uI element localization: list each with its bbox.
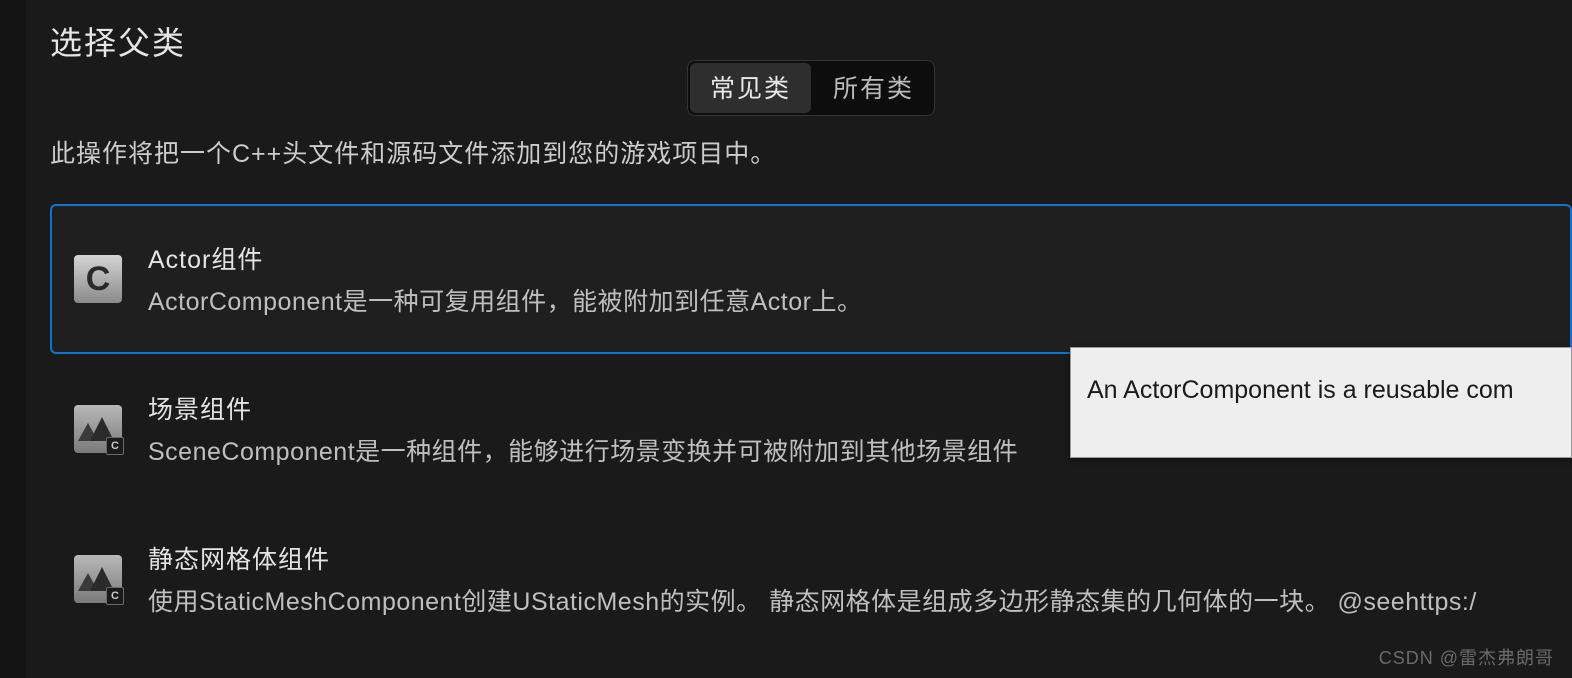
class-name-label: Actor组件 bbox=[148, 240, 1548, 276]
operation-description: 此操作将把一个C++头文件和源码文件添加到您的游戏项目中。 bbox=[50, 134, 1572, 170]
class-item-text: Actor组件 ActorComponent是一种可复用组件，能被附加到任意Ac… bbox=[148, 240, 1548, 318]
scene-class-icon: C bbox=[74, 405, 122, 453]
class-item-actor-component[interactable]: C Actor组件 ActorComponent是一种可复用组件，能被附加到任意… bbox=[50, 204, 1572, 354]
watermark: CSDN @雷杰弗朗哥 bbox=[1379, 644, 1554, 670]
class-desc-label: ActorComponent是一种可复用组件，能被附加到任意Actor上。 bbox=[148, 282, 1548, 318]
class-item-text: 静态网格体组件 使用StaticMeshComponent创建UStaticMe… bbox=[148, 540, 1548, 618]
scene-class-icon: C bbox=[74, 555, 122, 603]
tab-common-classes[interactable]: 常见类 bbox=[690, 63, 811, 113]
class-desc-label: 使用StaticMeshComponent创建UStaticMesh的实例。 静… bbox=[148, 582, 1548, 618]
class-item-static-mesh-component[interactable]: C 静态网格体组件 使用StaticMeshComponent创建UStatic… bbox=[50, 504, 1572, 654]
class-filter-tabs: 常见类 所有类 bbox=[50, 60, 1572, 116]
tab-pill: 常见类 所有类 bbox=[687, 60, 935, 116]
c-class-icon: C bbox=[74, 255, 122, 303]
class-name-label: 静态网格体组件 bbox=[148, 540, 1548, 576]
tab-all-classes[interactable]: 所有类 bbox=[813, 61, 934, 115]
parent-class-panel: 选择父类 常见类 所有类 此操作将把一个C++头文件和源码文件添加到您的游戏项目… bbox=[26, 0, 1572, 678]
tooltip-content: An ActorComponent is a reusable com bbox=[1070, 347, 1572, 458]
page-title: 选择父类 bbox=[50, 18, 1572, 64]
